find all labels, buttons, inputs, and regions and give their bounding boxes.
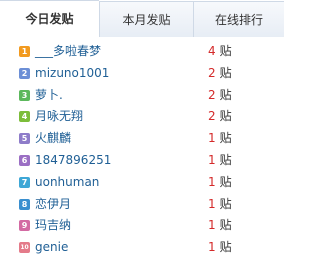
list-item: 3 萝卜. 2贴 bbox=[0, 85, 284, 107]
tab-month-posts[interactable]: 本月发贴 bbox=[99, 1, 193, 37]
post-count-unit: 贴 bbox=[219, 240, 232, 255]
post-ranking-panel: 今日发贴 本月发贴 在线排行 1 ___多啦春梦 4贴 2 mizuno1001… bbox=[0, 0, 284, 278]
post-count-unit: 贴 bbox=[219, 131, 232, 146]
post-count: 1贴 bbox=[208, 237, 232, 259]
list-item: 7 uonhuman 1贴 bbox=[0, 172, 284, 194]
user-link[interactable]: 恋伊月 bbox=[35, 194, 71, 216]
user-link[interactable]: genie bbox=[35, 237, 68, 259]
list-item: 1 ___多啦春梦 4贴 bbox=[0, 41, 284, 63]
rank-badge-icon: 3 bbox=[19, 89, 30, 101]
post-count-value: 1 bbox=[208, 152, 216, 167]
list-item: 9 玛吉纳 1贴 bbox=[0, 215, 284, 237]
post-count: 1贴 bbox=[208, 215, 232, 237]
post-count-unit: 贴 bbox=[219, 109, 232, 124]
post-count-value: 1 bbox=[208, 240, 216, 255]
post-count: 2贴 bbox=[208, 106, 232, 128]
list-item: 6 1847896251 1贴 bbox=[0, 150, 284, 172]
post-count-value: 1 bbox=[208, 196, 216, 211]
user-link[interactable]: uonhuman bbox=[35, 172, 99, 194]
rank-badge-icon: 7 bbox=[19, 176, 30, 188]
post-count: 2贴 bbox=[208, 63, 232, 85]
user-link[interactable]: 火麒麟 bbox=[35, 128, 71, 150]
post-count-value: 2 bbox=[208, 109, 216, 124]
post-count: 1贴 bbox=[208, 172, 232, 194]
rank-badge-icon: 2 bbox=[19, 67, 30, 79]
rank-badge-icon: 5 bbox=[19, 133, 30, 145]
post-count-unit: 贴 bbox=[219, 196, 232, 211]
rank-badge-icon: 6 bbox=[19, 154, 30, 166]
list-item: 5 火麒麟 1贴 bbox=[0, 128, 284, 150]
post-count: 1贴 bbox=[208, 128, 232, 150]
post-count: 4贴 bbox=[208, 41, 232, 63]
user-link[interactable]: 月咏无翔 bbox=[35, 106, 83, 128]
post-count-value: 1 bbox=[208, 174, 216, 189]
user-link[interactable]: mizuno1001 bbox=[35, 63, 109, 85]
user-link[interactable]: 萝卜. bbox=[35, 85, 63, 107]
user-link[interactable]: 1847896251 bbox=[35, 150, 111, 172]
list-item: 4 月咏无翔 2贴 bbox=[0, 106, 284, 128]
rank-badge-icon: 9 bbox=[19, 220, 30, 232]
post-count: 1贴 bbox=[208, 150, 232, 172]
ranking-list: 1 ___多啦春梦 4贴 2 mizuno1001 2贴 3 萝卜. 2贴 4 … bbox=[0, 41, 284, 278]
user-link[interactable]: 玛吉纳 bbox=[35, 215, 71, 237]
tab-bar: 今日发贴 本月发贴 在线排行 bbox=[0, 0, 284, 37]
post-count-unit: 贴 bbox=[219, 44, 232, 58]
post-count-value: 2 bbox=[208, 65, 216, 80]
list-item: 8 恋伊月 1贴 bbox=[0, 194, 284, 216]
post-count-unit: 贴 bbox=[219, 174, 232, 189]
rank-badge-icon: 10 bbox=[19, 242, 30, 254]
list-item: 2 mizuno1001 2贴 bbox=[0, 63, 284, 85]
rank-badge-icon: 1 bbox=[19, 46, 30, 57]
post-count-value: 1 bbox=[208, 131, 216, 146]
tab-today-posts[interactable]: 今日发贴 bbox=[0, 0, 99, 37]
post-count-value: 4 bbox=[208, 44, 216, 58]
post-count: 1贴 bbox=[208, 194, 232, 216]
tab-online-ranking[interactable]: 在线排行 bbox=[193, 1, 284, 37]
list-item: 10 genie 1贴 bbox=[0, 237, 284, 259]
rank-badge-icon: 8 bbox=[19, 198, 30, 210]
post-count-unit: 贴 bbox=[219, 218, 232, 233]
post-count-unit: 贴 bbox=[219, 65, 232, 80]
post-count: 2贴 bbox=[208, 85, 232, 107]
rank-badge-icon: 4 bbox=[19, 111, 30, 123]
post-count-unit: 贴 bbox=[219, 152, 232, 167]
post-count-value: 1 bbox=[208, 218, 216, 233]
post-count-value: 2 bbox=[208, 87, 216, 102]
post-count-unit: 贴 bbox=[219, 87, 232, 102]
user-link[interactable]: ___多啦春梦 bbox=[35, 41, 101, 63]
